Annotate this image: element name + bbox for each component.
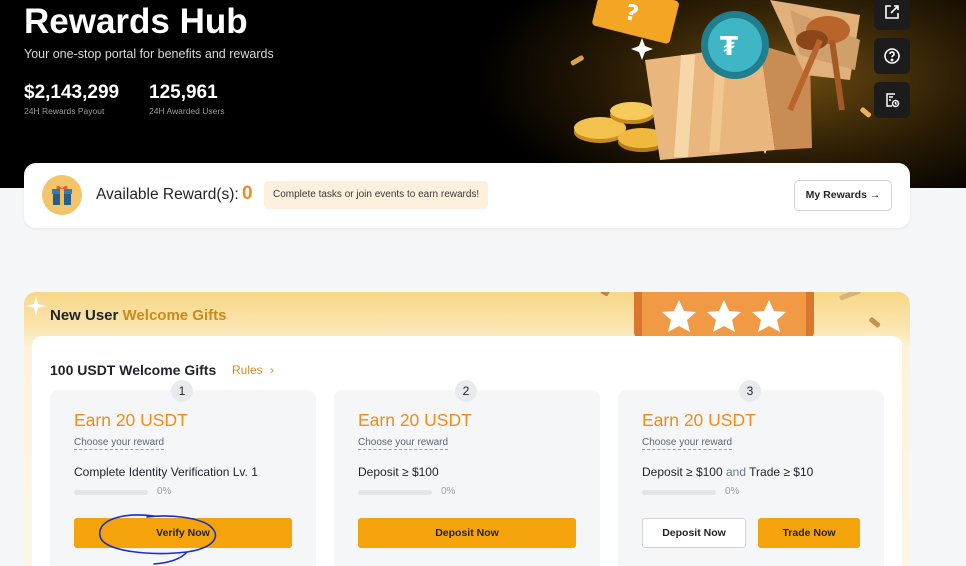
stat-label: 24H Awarded Users [149,106,225,116]
welcome-gifts-panel: 100 USDT Welcome Gifts Rules › 1 Earn 20… [32,336,902,566]
task-part: Trade ≥ $10 [749,465,814,479]
step-number: 3 [739,380,761,402]
stars-card-illustration [600,292,881,342]
help-button[interactable] [874,38,910,74]
page-subtitle: Your one-stop portal for benefits and re… [24,47,274,61]
share-button[interactable] [874,0,910,30]
title-prefix: New User [50,307,119,324]
gift-box-icon [42,175,82,215]
task-description: Deposit ≥ $100 and Trade ≥ $10 [642,465,813,479]
page-title: Rewards Hub [24,2,248,41]
stat-value: 125,961 [149,82,218,103]
gift-task-card: 2 Earn 20 USDT Choose your reward Deposi… [334,380,600,566]
task-progress-bar [74,490,148,495]
choose-reward-link[interactable]: Choose your reward [74,437,165,450]
hero-banner: ? ₮ Rewards Hub Your one-stop portal for… [0,0,966,188]
welcome-gifts-title: New User Welcome Gifts [50,307,226,324]
rules-link[interactable]: Rules › [232,363,274,377]
sparkle-icon [26,296,46,316]
deposit-now-button[interactable]: Deposit Now [642,518,746,548]
choose-reward-link[interactable]: Choose your reward [358,437,449,450]
available-rewards-bar: Available Reward(s): 0 Complete tasks or… [24,163,910,228]
available-rewards-count: 0 [242,183,253,204]
choose-reward-link[interactable]: Choose your reward [642,437,733,450]
chevron-right-icon: › [270,363,275,377]
history-icon [886,93,900,108]
gift-task-card: 3 Earn 20 USDT Choose your reward Deposi… [618,380,884,566]
stat-awarded-users: 125,961 24H Awarded Users [149,82,224,116]
gift-task-card: 1 Earn 20 USDT Choose your reward Comple… [50,380,316,566]
rules-label: Rules [232,363,263,377]
history-button[interactable] [874,82,910,118]
gift-box-illustration: ? ₮ [570,0,872,174]
task-connector: and [725,465,747,479]
title-highlight: Welcome Gifts [122,307,227,324]
share-icon [885,5,899,19]
welcome-gifts-header: New User Welcome Gifts [24,292,910,342]
stat-value: $2,143,299 [24,82,120,103]
stat-label: 24H Rewards Payout [24,106,105,116]
deposit-now-button[interactable]: Deposit Now [358,518,576,548]
help-icon [884,48,900,64]
step-number: 1 [171,380,193,402]
task-progress-percent: 0% [725,486,740,497]
available-rewards-label: Available Reward(s): [96,186,239,203]
task-progress-percent: 0% [441,486,456,497]
earn-amount: Earn 20 USDT [642,410,756,430]
earn-amount: Earn 20 USDT [358,410,472,430]
task-progress-percent: 0% [157,486,172,497]
task-progress-bar [642,490,716,495]
svg-text:₮: ₮ [720,32,738,62]
task-description: Complete Identity Verification Lv. 1 [74,465,258,479]
trade-now-button[interactable]: Trade Now [758,518,860,548]
task-progress-bar [358,490,432,495]
rewards-tip: Complete tasks or join events to earn re… [264,181,489,209]
verify-now-button[interactable]: Verify Now [74,518,292,548]
task-description: Deposit ≥ $100 [358,465,439,479]
welcome-gifts-subtitle: 100 USDT Welcome Gifts [50,362,217,378]
welcome-gifts-section: New User Welcome Gifts 100 USDT Welcome … [24,292,910,566]
task-part: Deposit ≥ $100 [642,465,723,479]
my-rewards-button[interactable]: My Rewards → [794,180,892,211]
earn-amount: Earn 20 USDT [74,410,188,430]
stat-rewards-payout: $2,143,299 24H Rewards Payout [24,82,119,116]
step-number: 2 [455,380,477,402]
